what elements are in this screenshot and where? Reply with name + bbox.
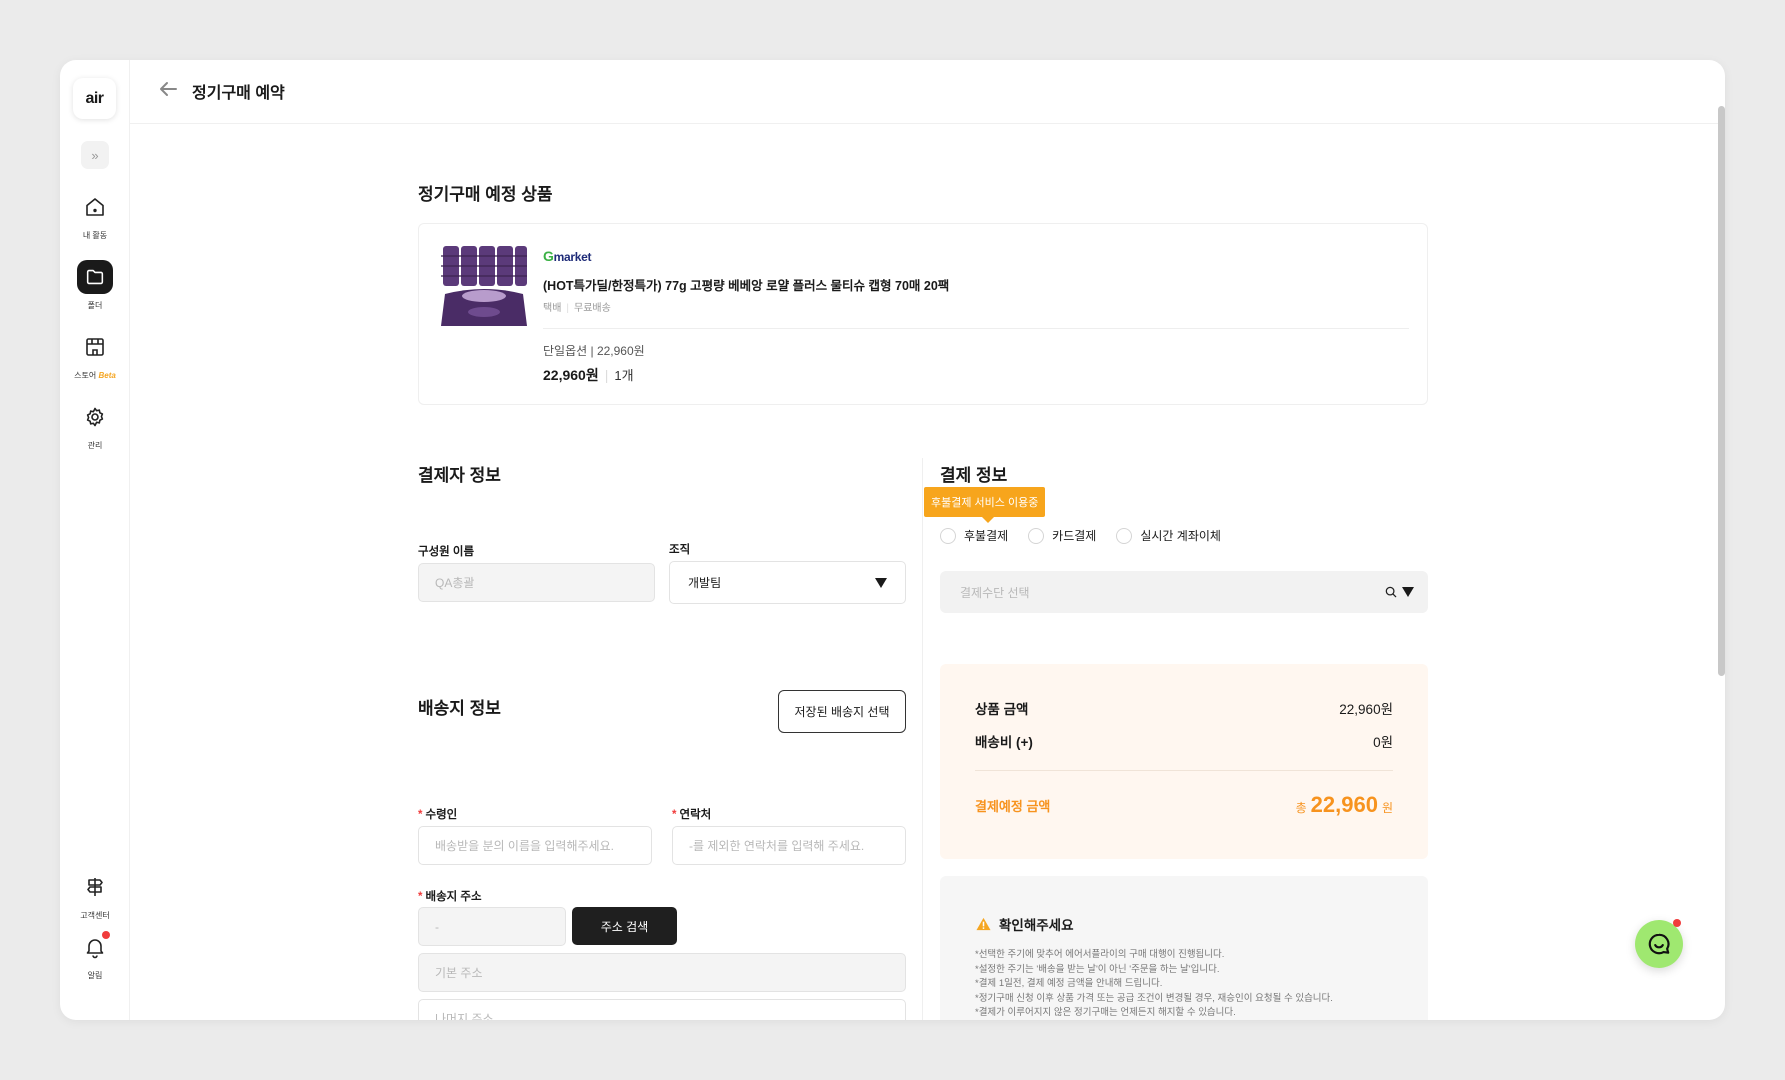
shipping-section-title: 배송지 정보 bbox=[418, 699, 501, 718]
warning-icon bbox=[976, 917, 991, 931]
back-arrow-icon[interactable] bbox=[156, 77, 180, 101]
radio-circle[interactable] bbox=[940, 527, 956, 544]
notice-title: 확인해주세요 bbox=[976, 914, 1074, 934]
notice-line: *정기구매 신청 이후 상품 가격 또는 공급 조건이 변경될 경우, 재승인이… bbox=[975, 992, 1333, 1004]
notice-lines: *선택한 주기에 맞추어 에어서플라이의 구매 대행이 진행됩니다. *설정한 … bbox=[975, 948, 1333, 1020]
notice-line: *선택한 주기에 맞추어 에어서플라이의 구매 대행이 진행됩니다. bbox=[975, 949, 1225, 960]
notification-dot bbox=[1673, 919, 1681, 927]
summary-divider bbox=[975, 770, 1393, 771]
base-address-field: 기본 주소 bbox=[418, 953, 906, 992]
payment-summary: 상품 금액 22,960원 배송비 (+) 0원 결제예정 금액 총 22,960 … bbox=[940, 664, 1428, 859]
double-chevron-right-icon: » bbox=[91, 147, 99, 163]
notice-box: 확인해주세요 *선택한 주기에 맞추어 에어서플라이의 구매 대행이 진행됩니다… bbox=[940, 876, 1428, 1020]
payment-method-group: 후불결제 카드결제 실시간 계좌이체 bbox=[940, 527, 1241, 544]
payment-method-select[interactable]: 결제수단 선택 bbox=[940, 571, 1428, 613]
store-icon bbox=[77, 330, 113, 364]
chat-icon bbox=[1648, 933, 1670, 955]
sidebar-item-support[interactable]: 고객센터 bbox=[60, 870, 130, 921]
bell-icon bbox=[77, 930, 113, 964]
beta-badge: Beta bbox=[98, 371, 116, 380]
detail-address-input[interactable]: 나머지 주소 bbox=[418, 999, 906, 1020]
receiver-label: * 수령인 bbox=[418, 809, 458, 821]
product-image bbox=[439, 246, 529, 328]
payment-method-transfer[interactable]: 실시간 계좌이체 bbox=[1116, 527, 1221, 544]
sidebar-item-notifications[interactable]: 알림 bbox=[60, 930, 130, 981]
store-logo: Gmarket bbox=[543, 248, 592, 264]
shipping-fee-row: 배송비 (+) 0원 bbox=[975, 735, 1393, 750]
sidebar-item-folder[interactable]: 폴더 bbox=[60, 260, 130, 311]
notice-line: *결제 1일전, 결제 예정 금액을 안내해 드립니다. bbox=[975, 978, 1163, 989]
app-logo[interactable]: air bbox=[73, 78, 116, 119]
folder-icon bbox=[77, 260, 113, 294]
contact-input[interactable]: -를 제외한 연락처를 입력해 주세요. bbox=[672, 826, 906, 865]
receiver-input[interactable]: 배송받을 분의 이름을 입력해주세요. bbox=[418, 826, 652, 865]
address-search-button[interactable]: 주소 검색 bbox=[572, 907, 677, 945]
payment-method-deferred[interactable]: 후불결제 bbox=[940, 527, 1008, 544]
sidebar-item-activity[interactable]: 내 활동 bbox=[60, 190, 130, 241]
app-window: air » 내 활동 폴더 스토어 Beta 관리 고객센터 알림 정기구매 예… bbox=[60, 60, 1725, 1020]
product-divider bbox=[543, 328, 1409, 329]
product-section-title: 정기구매 예정 상품 bbox=[418, 185, 553, 204]
product-price: 22,960원 | 1개 bbox=[543, 367, 634, 383]
contact-label: * 연락처 bbox=[672, 809, 712, 821]
notice-line: *설정한 주기는 '배송을 받는 날'이 아닌 '주문을 하는 날'입니다. bbox=[975, 963, 1220, 975]
sidebar-item-label: 폴더 bbox=[87, 301, 103, 310]
zipcode-field: - bbox=[418, 907, 566, 946]
product-option: 단일옵션 | 22,960원 bbox=[543, 344, 645, 358]
product-amount-row: 상품 금액 22,960원 bbox=[975, 702, 1393, 717]
sidebar-item-label: 고객센터 bbox=[80, 911, 110, 920]
radio-circle[interactable] bbox=[1116, 527, 1133, 544]
sidebar-item-label: 내 활동 bbox=[82, 231, 108, 240]
sidebar: air » 내 활동 폴더 스토어 Beta 관리 고객센터 알림 bbox=[60, 60, 130, 1020]
gear-icon bbox=[77, 400, 113, 434]
organization-label: 조직 bbox=[669, 544, 691, 556]
expand-sidebar-button[interactable]: » bbox=[81, 141, 109, 169]
address-label: * 배송지 주소 bbox=[418, 891, 482, 903]
chat-button[interactable] bbox=[1635, 919, 1683, 968]
sidebar-item-manage[interactable]: 관리 bbox=[60, 400, 130, 451]
column-divider bbox=[922, 458, 923, 1020]
caret-down-icon bbox=[1402, 587, 1414, 597]
sidebar-item-store[interactable]: 스토어 Beta bbox=[60, 330, 130, 381]
payment-section-title: 결제 정보 bbox=[940, 466, 1008, 485]
product-quantity: 1개 bbox=[614, 368, 634, 383]
radio-circle[interactable] bbox=[1028, 527, 1045, 544]
notification-dot bbox=[102, 931, 110, 939]
caret-down-icon bbox=[875, 577, 887, 588]
scrollbar[interactable] bbox=[1718, 106, 1725, 676]
total-amount: 22,960 bbox=[1310, 792, 1378, 817]
organization-select[interactable]: 개발팀 bbox=[669, 561, 906, 604]
saved-address-button[interactable]: 저장된 배송지 선택 bbox=[778, 690, 906, 733]
sidebar-item-label: 스토어 Beta bbox=[74, 371, 116, 380]
search-icon bbox=[1385, 586, 1397, 598]
product-card: Gmarket (HOT특가딜/한정특가) 77g 고평량 베베앙 로얄 플러스… bbox=[418, 223, 1428, 405]
member-name-label: 구성원 이름 bbox=[418, 546, 475, 558]
payer-section-title: 결제자 정보 bbox=[418, 466, 501, 485]
home-icon bbox=[77, 190, 113, 224]
deferred-payment-tooltip: 후불결제 서비스 이용중 bbox=[924, 487, 1046, 523]
product-shipping-meta: 택배 | 무료배송 bbox=[543, 303, 611, 314]
top-bar: 정기구매 예약 bbox=[130, 60, 1725, 124]
sidebar-item-label: 알림 bbox=[87, 971, 103, 980]
member-name-field: QA총괄 bbox=[418, 563, 655, 602]
signpost-icon bbox=[77, 870, 113, 904]
page-title: 정기구매 예약 bbox=[192, 85, 285, 102]
payment-method-card[interactable]: 카드결제 bbox=[1028, 527, 1096, 544]
sidebar-item-label: 관리 bbox=[87, 441, 103, 450]
product-name[interactable]: (HOT특가딜/한정특가) 77g 고평량 베베앙 로얄 플러스 물티슈 캡형 … bbox=[543, 275, 949, 294]
total-amount-row: 결제예정 금액 총 22,960 원 bbox=[975, 792, 1393, 817]
notice-line: *결제가 이루어지지 않은 정기구매는 언제든지 해지할 수 있습니다. bbox=[975, 1007, 1236, 1018]
